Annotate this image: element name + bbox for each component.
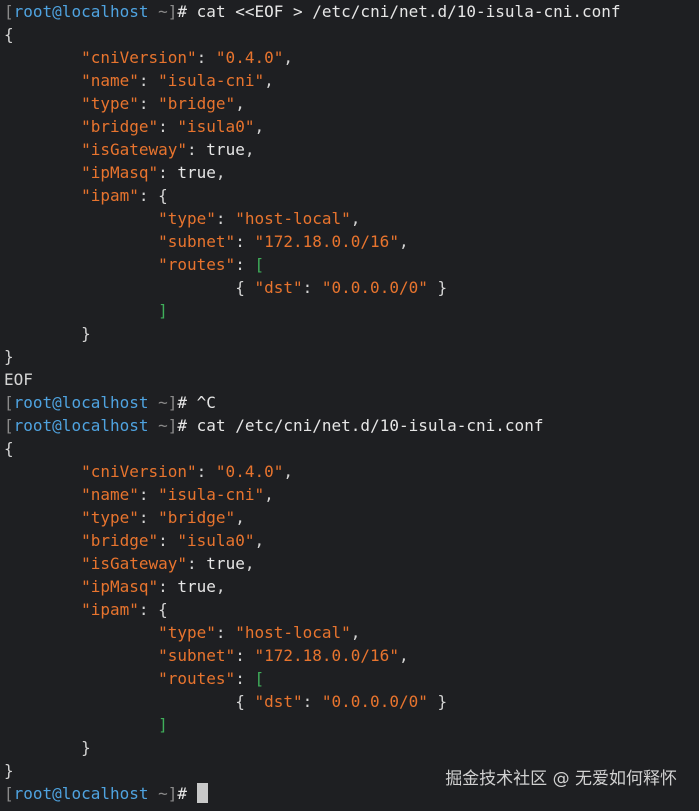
- json-line: "isGateway": true,: [81, 554, 255, 573]
- json-line: "bridge": "isula0",: [81, 531, 265, 550]
- text-cursor[interactable]: [196, 783, 208, 803]
- json-line: "name": "isula-cni",: [81, 71, 274, 90]
- prompt-line: [root@localhost ~]# cat /etc/cni/net.d/1…: [4, 416, 544, 435]
- json-line: { "dst": "0.0.0.0/0" }: [4, 278, 448, 297]
- json-line: "bridge": "isula0",: [81, 117, 265, 136]
- json-line: "type": "bridge",: [81, 94, 245, 113]
- watermark: 掘金技术社区 @ 无爱如何释怀: [445, 769, 677, 789]
- json-line: "ipMasq": true,: [81, 577, 226, 596]
- json-line: {: [4, 439, 14, 458]
- json-line: "name": "isula-cni",: [81, 485, 274, 504]
- json-line: "subnet": "172.18.0.0/16",: [158, 232, 409, 251]
- json-line: "ipMasq": true,: [81, 163, 226, 182]
- json-line: "ipam": {: [81, 600, 168, 619]
- json-line: "routes": [: [158, 255, 265, 274]
- json-line: {: [4, 25, 14, 44]
- command-text: cat <<EOF > /etc/cni/net.d/10-isula-cni.…: [196, 2, 621, 21]
- json-line: }: [4, 738, 91, 757]
- json-line: "isGateway": true,: [81, 140, 255, 159]
- json-line: "type": "host-local",: [158, 623, 361, 642]
- eof-line: EOF: [4, 370, 33, 389]
- prompt-line: [root@localhost ~]# ^C: [4, 393, 216, 412]
- json-line: }: [4, 347, 14, 366]
- json-line: { "dst": "0.0.0.0/0" }: [4, 692, 448, 711]
- terminal-output: [root@localhost ~]# cat <<EOF > /etc/cni…: [4, 0, 699, 811]
- json-line: }: [4, 324, 91, 343]
- json-line: "cniVersion": "0.4.0",: [81, 48, 293, 67]
- json-line: "routes": [: [158, 669, 265, 688]
- json-line: "subnet": "172.18.0.0/16",: [158, 646, 409, 665]
- command-text: ^C: [196, 393, 216, 412]
- json-line: "type": "host-local",: [158, 209, 361, 228]
- prompt-line: [root@localhost ~]# cat <<EOF > /etc/cni…: [4, 2, 621, 21]
- json-line: "cniVersion": "0.4.0",: [81, 462, 293, 481]
- command-text: cat /etc/cni/net.d/10-isula-cni.conf: [196, 416, 544, 435]
- json-line: ]: [158, 715, 168, 734]
- json-line: "type": "bridge",: [81, 508, 245, 527]
- json-line: ]: [158, 301, 168, 320]
- json-line: "ipam": {: [81, 186, 168, 205]
